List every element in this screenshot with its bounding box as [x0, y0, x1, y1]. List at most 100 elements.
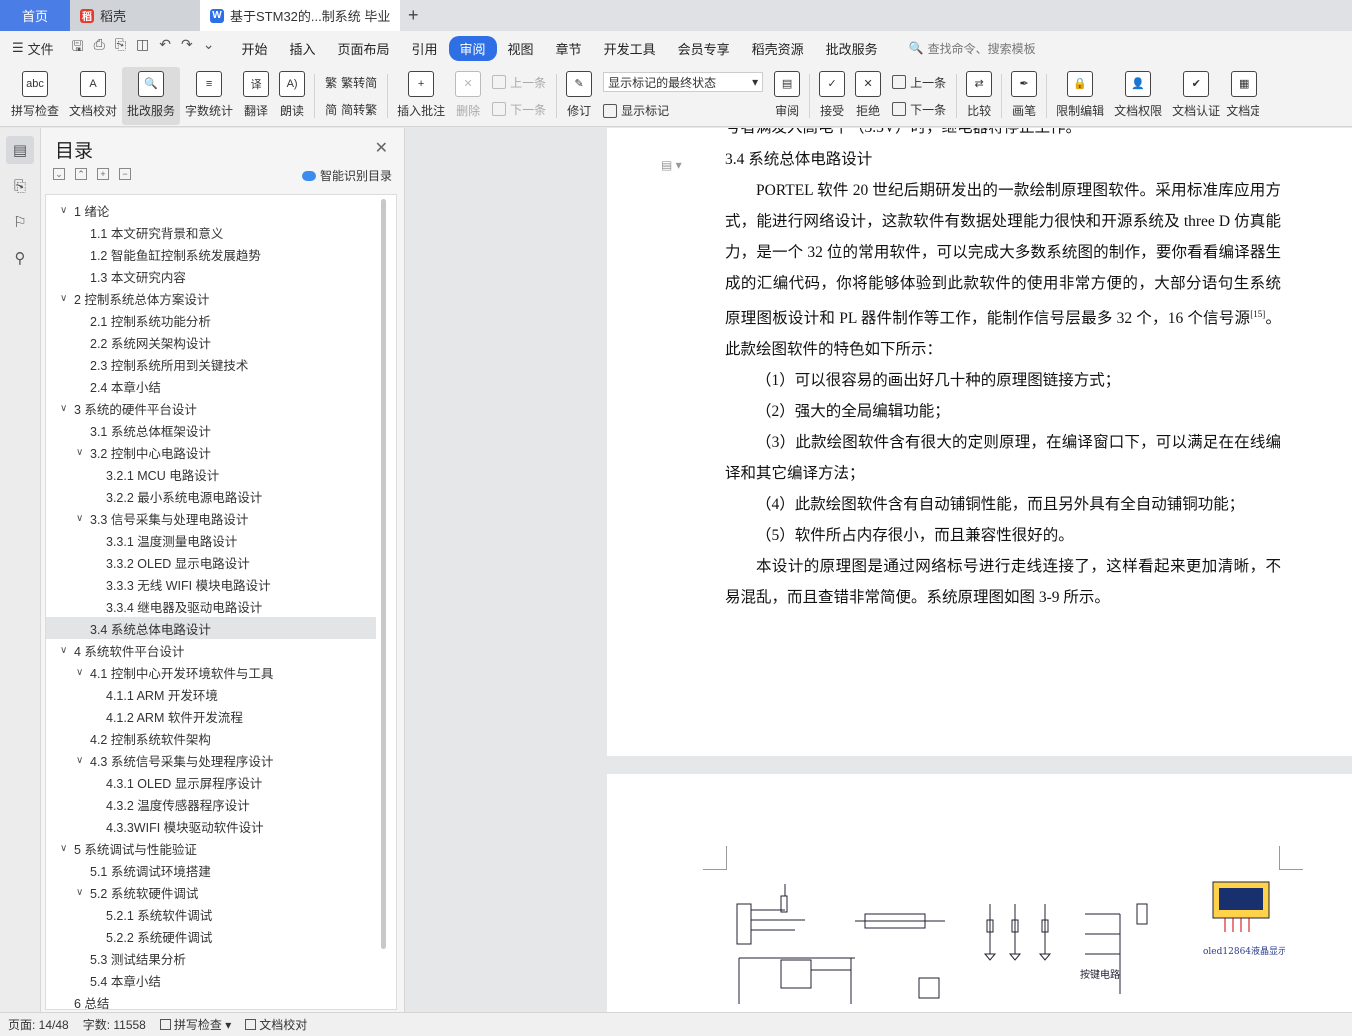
- menu-item[interactable]: 批改服务: [815, 36, 889, 61]
- menu-item[interactable]: 插入: [278, 36, 326, 61]
- correct-service-button[interactable]: 🔍 批改服务: [122, 66, 181, 125]
- paragraph-menu-icon[interactable]: ▤ ▾: [661, 158, 682, 172]
- toc-item[interactable]: 3.3.4 继电器及驱动电路设计: [46, 595, 376, 617]
- toc-item[interactable]: 1.3 本文研究内容: [46, 265, 376, 287]
- section-icon[interactable]: ⎘: [6, 172, 34, 200]
- export-icon[interactable]: ⎙: [94, 36, 105, 60]
- expand-icon[interactable]: ⌃: [75, 168, 87, 180]
- chevron-down-icon[interactable]: ∨: [60, 843, 74, 854]
- show-markup-button[interactable]: 显示标记: [603, 102, 763, 119]
- toc-item[interactable]: ∨ 3.2 控制中心电路设计: [46, 441, 376, 463]
- undo-icon[interactable]: ↶: [159, 36, 171, 60]
- word-count-button[interactable]: ≡ 字数统计: [180, 67, 238, 125]
- prev-comment-button[interactable]: 上一条: [492, 74, 546, 91]
- toc-item[interactable]: 1.1 本文研究背景和意义: [46, 221, 376, 243]
- file-menu[interactable]: ☰ 文件: [12, 39, 54, 58]
- chevron-down-icon[interactable]: ∨: [60, 205, 74, 216]
- tab-daoke[interactable]: 稻 稻壳: [70, 0, 200, 31]
- toc-icon[interactable]: ▤: [6, 136, 34, 164]
- toc-item[interactable]: 2.4 本章小结: [46, 375, 376, 397]
- toc-item[interactable]: ∨ 5.2 系统软硬件调试: [46, 881, 376, 903]
- toc-item[interactable]: ∨ 2 控制系统总体方案设计: [46, 287, 376, 309]
- more-icon[interactable]: ⌄: [203, 36, 215, 60]
- save-icon[interactable]: 🖫: [72, 36, 84, 60]
- smart-toc-button[interactable]: 智能识别目录: [301, 167, 392, 184]
- toc-item[interactable]: ∨ 3 系统的硬件平台设计: [46, 397, 376, 419]
- chevron-down-icon[interactable]: ∨: [76, 513, 90, 524]
- simp-to-trad-button[interactable]: 简简转繁: [325, 101, 377, 118]
- menu-item[interactable]: 稻壳资源: [741, 36, 815, 61]
- markup-state-select[interactable]: 显示标记的最终状态 ▾: [603, 72, 764, 92]
- pen-button[interactable]: ✒ 画笔: [1006, 67, 1042, 125]
- toc-item[interactable]: 4.1.1 ARM 开发环境: [46, 683, 376, 705]
- prev-change-button[interactable]: 上一条: [892, 74, 946, 91]
- chevron-down-icon[interactable]: ∨: [60, 645, 74, 656]
- toc-item[interactable]: 4.3.2 温度传感器程序设计: [46, 793, 376, 815]
- toc-item[interactable]: 6 总结: [46, 991, 376, 1010]
- chevron-down-icon[interactable]: ∨: [76, 755, 90, 766]
- menu-item[interactable]: 页面布局: [326, 36, 400, 61]
- menu-item[interactable]: 章节: [545, 36, 593, 61]
- toc-item[interactable]: 2.2 系统网关架构设计: [46, 331, 376, 353]
- toc-item[interactable]: 4.3.1 OLED 显示屏程序设计: [46, 771, 376, 793]
- toc-item[interactable]: 3.4 系统总体电路设计: [46, 617, 376, 639]
- preview-icon[interactable]: ◫: [136, 36, 149, 60]
- menu-item[interactable]: 开发工具: [593, 36, 667, 61]
- next-change-button[interactable]: 下一条: [892, 101, 946, 118]
- next-comment-button[interactable]: 下一条: [492, 101, 546, 118]
- toc-item[interactable]: 4.1.2 ARM 软件开发流程: [46, 705, 376, 727]
- toc-item[interactable]: 3.2.1 MCU 电路设计: [46, 463, 376, 485]
- chevron-down-icon[interactable]: ∨: [76, 667, 90, 678]
- toc-item[interactable]: ∨ 4 系统软件平台设计: [46, 639, 376, 661]
- print-icon[interactable]: ⎘: [115, 36, 126, 60]
- document-page[interactable]: 按键电路 oled12864液晶显示: [607, 774, 1352, 1012]
- redo-icon[interactable]: ↷: [181, 36, 193, 60]
- collapse-icon[interactable]: ⌄: [53, 168, 65, 180]
- toc-item[interactable]: 3.3.2 OLED 显示电路设计: [46, 551, 376, 573]
- toc-item[interactable]: 3.3.1 温度测量电路设计: [46, 529, 376, 551]
- toc-item[interactable]: 3.1 系统总体框架设计: [46, 419, 376, 441]
- chevron-down-icon[interactable]: ∨: [76, 447, 90, 458]
- menu-item[interactable]: 审阅: [448, 35, 497, 61]
- tab-document[interactable]: W 基于STM32的...制系统 毕业论文: [200, 0, 400, 31]
- menu-item[interactable]: 会员专享: [667, 36, 741, 61]
- toc-item[interactable]: ∨ 5 系统调试与性能验证: [46, 837, 376, 859]
- tab-home[interactable]: 首页: [0, 0, 70, 31]
- toc-item[interactable]: 2.3 控制系统所用到关键技术: [46, 353, 376, 375]
- menu-item[interactable]: 引用: [401, 36, 449, 61]
- add-level-icon[interactable]: +: [97, 168, 109, 180]
- toc-item[interactable]: 1.2 智能鱼缸控制系统发展趋势: [46, 243, 376, 265]
- doc-certify-button[interactable]: ✔ 文档认证: [1167, 67, 1225, 125]
- search-icon[interactable]: ⚲: [6, 244, 34, 272]
- toc-item[interactable]: 5.3 测试结果分析: [46, 947, 376, 969]
- chevron-down-icon[interactable]: ∨: [76, 887, 90, 898]
- toc-item[interactable]: 5.2.2 系统硬件调试: [46, 925, 376, 947]
- compare-button[interactable]: ⇄ 比较: [961, 67, 997, 125]
- toc-item[interactable]: ∨ 1 绪论: [46, 199, 376, 221]
- accept-button[interactable]: ✓ 接受: [814, 67, 850, 125]
- spell-check-button[interactable]: abc 拼写检查: [6, 67, 64, 125]
- doc-more-button[interactable]: ▦ 文档定: [1225, 67, 1259, 125]
- translate-button[interactable]: 译翻译: [238, 67, 274, 125]
- status-spell-check[interactable]: 拼写检查 ▾: [159, 1016, 231, 1033]
- delete-comment-button[interactable]: ✕ 删除: [450, 67, 486, 125]
- toc-item[interactable]: 5.2.1 系统软件调试: [46, 903, 376, 925]
- toc-scrollbar[interactable]: [381, 199, 386, 949]
- document-page[interactable]: 号者满发入高电平（3.3V）时，继电器将停止工作。 ▤ ▾ 3.4 系统总体电路…: [607, 128, 1352, 820]
- command-search[interactable]: 🔍 查找命令、搜索模板: [909, 40, 1036, 57]
- doc-permission-button[interactable]: 👤 文档权限: [1109, 67, 1167, 125]
- toc-item[interactable]: 5.4 本章小结: [46, 969, 376, 991]
- toc-item[interactable]: 3.3.3 无线 WIFI 模块电路设计: [46, 573, 376, 595]
- toc-item[interactable]: 4.2 控制系统软件架构: [46, 727, 376, 749]
- bookmark-icon[interactable]: ⚐: [6, 208, 34, 236]
- chevron-down-icon[interactable]: ∨: [60, 403, 74, 414]
- close-icon[interactable]: ✕: [375, 138, 388, 158]
- chevron-down-icon[interactable]: ∨: [60, 293, 74, 304]
- revise-button[interactable]: ✎ 修订: [561, 67, 597, 125]
- page-indicator[interactable]: 页面: 14/48: [8, 1016, 69, 1033]
- trad-to-simp-button[interactable]: 繁繁转简: [325, 74, 377, 91]
- toc-item[interactable]: 3.2.2 最小系统电源电路设计: [46, 485, 376, 507]
- toc-item[interactable]: ∨ 4.1 控制中心开发环境软件与工具: [46, 661, 376, 683]
- status-doc-check[interactable]: 文档校对: [245, 1016, 307, 1033]
- toc-item[interactable]: ∨ 3.3 信号采集与处理电路设计: [46, 507, 376, 529]
